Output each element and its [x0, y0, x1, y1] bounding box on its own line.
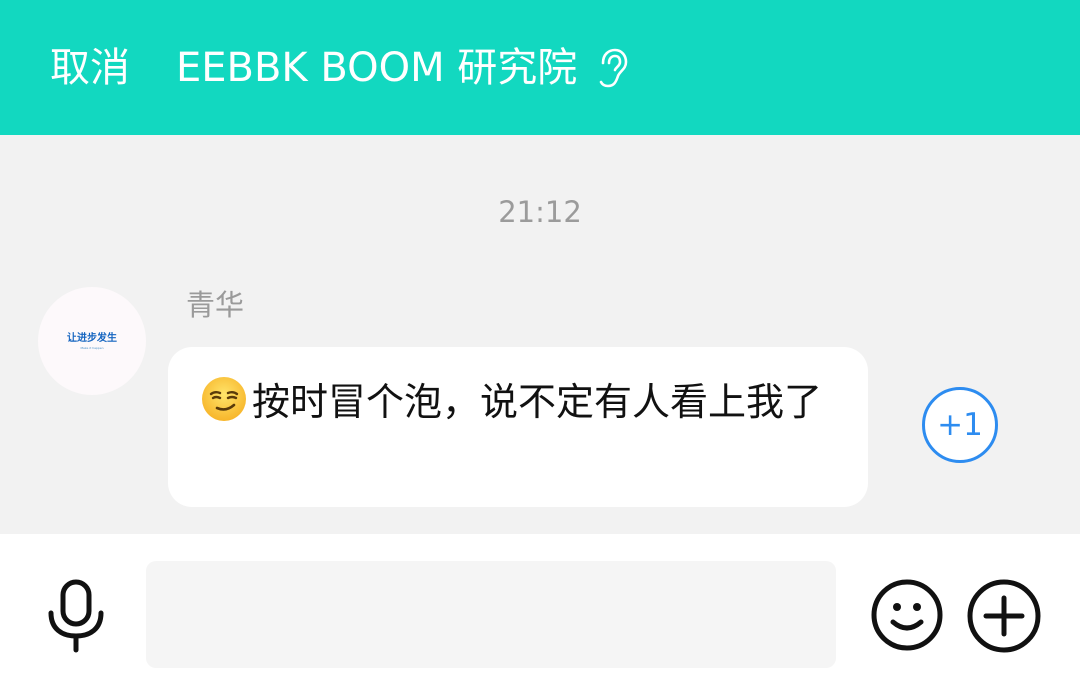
avatar[interactable]: 让进步发生 Make it happen [38, 287, 146, 395]
message-bubble[interactable]: 按时冒个泡，说不定有人看上我了 [168, 347, 868, 507]
plus-one-button[interactable]: +1 [922, 387, 998, 463]
sender-name: 青华 [186, 288, 245, 322]
message-text: 按时冒个泡，说不定有人看上我了 [252, 380, 823, 424]
emoji-icon[interactable] [870, 578, 944, 652]
ear-icon[interactable] [595, 47, 629, 89]
smirking-face-icon [202, 377, 246, 421]
plus-icon[interactable] [966, 578, 1042, 654]
input-bar [0, 534, 1080, 696]
microphone-icon[interactable] [42, 579, 110, 653]
message-input[interactable] [146, 561, 836, 668]
chat-title-text: EEBBK BOOM 研究院 [176, 45, 578, 91]
avatar-logo-subtext: Make it happen [80, 345, 104, 350]
message-timestamp: 21:12 [498, 195, 582, 229]
cancel-button[interactable]: 取消 [50, 40, 130, 96]
avatar-logo-text: 让进步发生 [67, 332, 117, 344]
chat-title: EEBBK BOOM 研究院 [176, 40, 629, 96]
top-bar: 取消 EEBBK BOOM 研究院 [0, 0, 1080, 135]
